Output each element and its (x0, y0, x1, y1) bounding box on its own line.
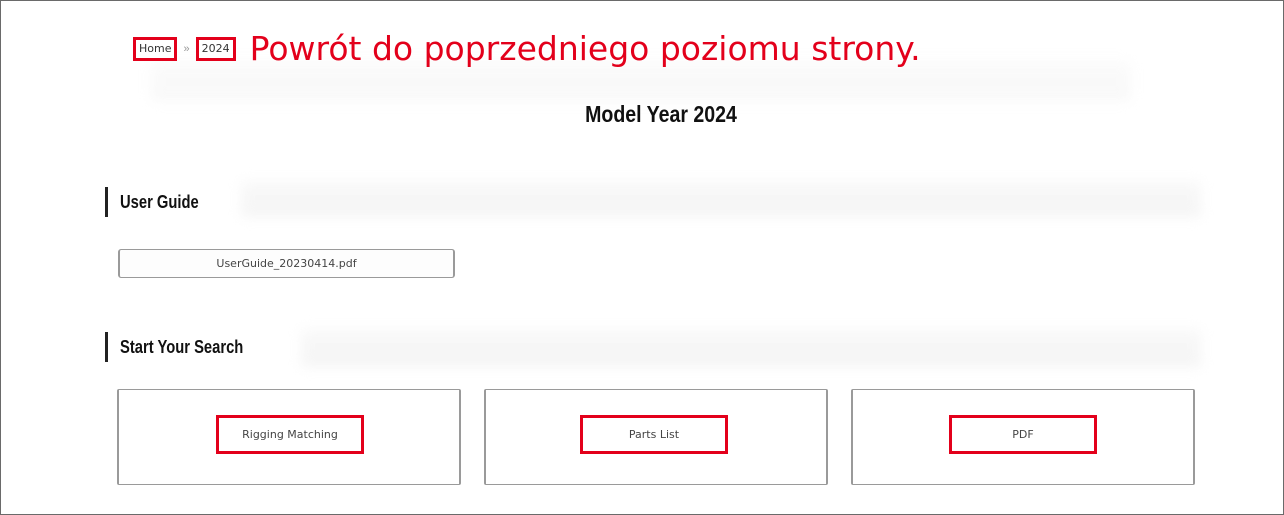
rigging-matching-button[interactable]: Rigging Matching (216, 415, 364, 454)
start-search-heading: Start Your Search (105, 332, 270, 362)
background-blur (241, 181, 1201, 217)
background-blur (301, 329, 1201, 367)
page-title: Model Year 2024 (585, 101, 737, 127)
user-guide-heading: User Guide (105, 187, 216, 217)
parts-list-button[interactable]: Parts List (580, 415, 728, 454)
pdf-card[interactable]: PDF (851, 389, 1195, 485)
section-title: User Guide (120, 191, 199, 212)
parts-list-card[interactable]: Parts List (484, 389, 828, 485)
section-marker (105, 187, 108, 217)
rigging-matching-card[interactable]: Rigging Matching (117, 389, 461, 485)
pdf-button[interactable]: PDF (949, 415, 1097, 454)
breadcrumb: Home » 2024 Powrót do poprzedniego pozio… (133, 31, 921, 67)
section-marker (105, 332, 108, 362)
section-title: Start Your Search (120, 336, 244, 357)
page-frame: Home » 2024 Powrót do poprzedniego pozio… (0, 0, 1284, 515)
breadcrumb-home-link[interactable]: Home (133, 37, 178, 61)
breadcrumb-separator: » (183, 43, 190, 55)
annotation-text: Powrót do poprzedniego poziomu strony. (249, 29, 921, 68)
breadcrumb-year-link[interactable]: 2024 (195, 37, 236, 61)
user-guide-pdf-button[interactable]: UserGuide_20230414.pdf (118, 249, 455, 278)
